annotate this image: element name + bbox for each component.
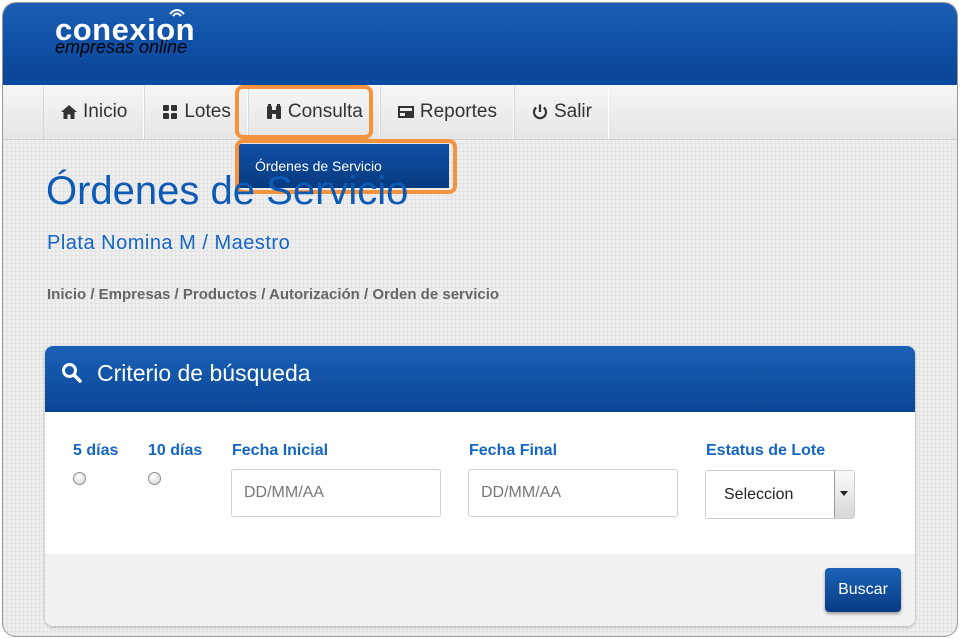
end-date-label: Fecha Final: [469, 442, 558, 459]
five-days-label: 5 días: [73, 442, 119, 459]
signal-icon: [169, 9, 185, 17]
power-icon: [531, 103, 549, 121]
start-date-input[interactable]: [231, 469, 441, 517]
logo-tagline: empresas online: [55, 37, 188, 57]
search-icon: [62, 363, 82, 383]
search-panel: Criterio de búsqueda 5 días 10 días Fech…: [45, 346, 915, 626]
header: conexion empresas online: [3, 3, 957, 85]
nav-item-lotes[interactable]: Lotes: [144, 85, 248, 139]
puzzle-icon: [161, 103, 179, 121]
status-label: Estatus de Lote: [706, 442, 826, 459]
navbar: Inicio Lotes Consulta Reportes Salir: [3, 85, 957, 140]
page-subtitle: Plata Nomina M / Maestro: [47, 232, 291, 254]
nav-item-inicio[interactable]: Inicio: [43, 85, 145, 139]
nav-label: Inicio: [83, 101, 128, 122]
search-button[interactable]: Buscar: [825, 568, 901, 612]
app-frame: conexion empresas online Inicio Lotes Co…: [2, 2, 958, 637]
start-date-label: Fecha Inicial: [232, 442, 329, 459]
nav-item-reportes[interactable]: Reportes: [379, 85, 514, 139]
nav-label: Reportes: [419, 101, 497, 122]
page-title: Órdenes de Servicio: [46, 169, 409, 213]
select-arrow-button[interactable]: [834, 471, 854, 518]
report-icon: [397, 103, 415, 121]
ten-days-radio[interactable]: [148, 472, 161, 485]
chevron-down-icon: [840, 491, 848, 496]
status-select-value: Seleccion: [724, 486, 794, 503]
nav-label: Lotes: [184, 101, 231, 122]
breadcrumb: Inicio / Empresas / Productos / Autoriza…: [47, 286, 500, 303]
end-date-input[interactable]: [468, 469, 678, 517]
search-panel-footer: [45, 554, 915, 626]
nav-label: Salir: [553, 101, 592, 122]
five-days-radio[interactable]: [73, 472, 86, 485]
search-panel-title: Criterio de búsqueda: [97, 360, 311, 386]
home-icon: [60, 103, 78, 121]
ten-days-label: 10 días: [148, 442, 203, 459]
search-panel-header: Criterio de búsqueda: [45, 346, 915, 412]
status-select[interactable]: Seleccion: [705, 470, 855, 519]
highlight-consulta: [235, 85, 373, 139]
nav-item-salir[interactable]: Salir: [513, 85, 609, 139]
